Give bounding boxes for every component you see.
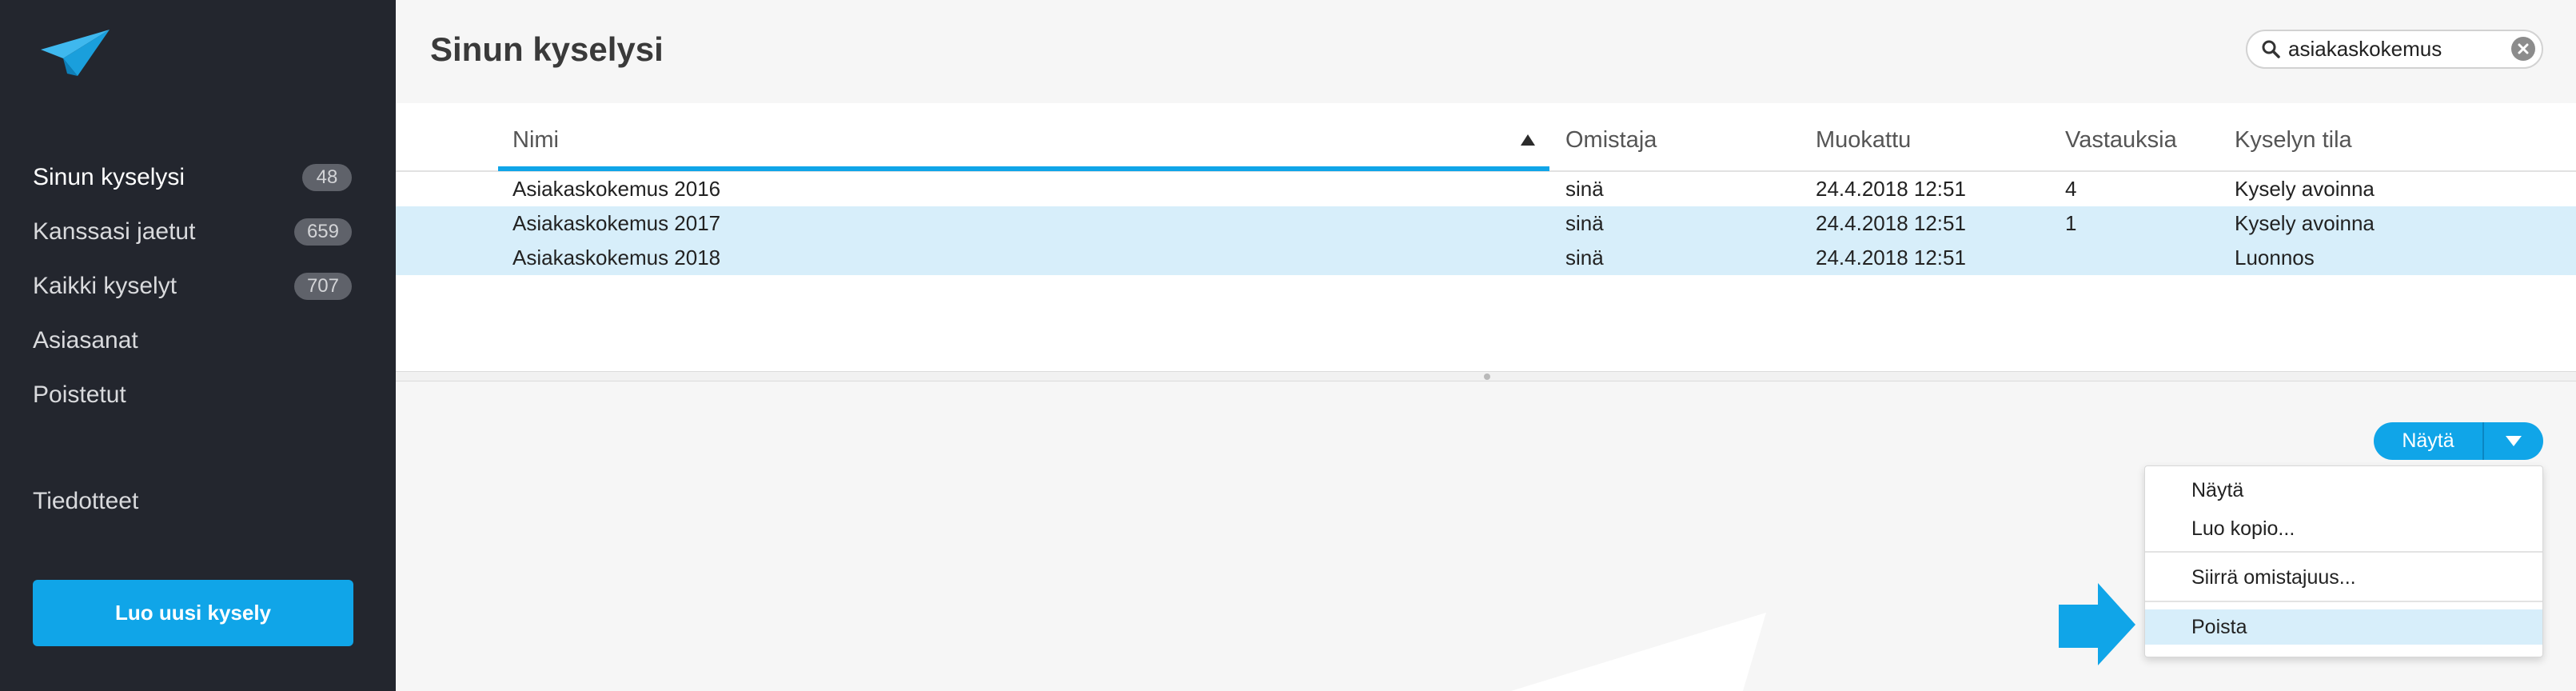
sidebar-item-label: Asiasanat <box>33 327 138 353</box>
sort-indicator-underline <box>498 166 1549 171</box>
column-header-modified[interactable]: Muokattu <box>1816 123 1911 157</box>
sort-ascending-icon[interactable] <box>1521 134 1535 146</box>
cell-owner: sinä <box>1565 177 1604 201</box>
cell-status: Luonnos <box>2235 246 2315 270</box>
sidebar-item-your-surveys[interactable]: Sinun kyselysi 48 <box>0 150 396 205</box>
column-header-responses[interactable]: Vastauksia <box>2065 123 2177 157</box>
sidebar-item-keywords[interactable]: Asiasanat <box>0 314 396 368</box>
search-input[interactable] <box>2288 31 2498 67</box>
sidebar-item-shared-with-you[interactable]: Kanssasi jaetut 659 <box>0 205 396 259</box>
table-row[interactable]: Asiakaskokemus 2017 sinä 24.4.2018 12:51… <box>396 206 2576 241</box>
chevron-down-icon <box>2506 436 2522 446</box>
background-decoration <box>1503 608 1775 691</box>
cell-owner: sinä <box>1565 211 1604 235</box>
cell-responses: 1 <box>2065 211 2077 235</box>
table-row[interactable]: Asiakaskokemus 2018 sinä 24.4.2018 12:51… <box>396 241 2576 275</box>
count-badge: 707 <box>293 273 352 300</box>
cell-name: Asiakaskokemus 2018 <box>512 246 721 270</box>
menu-item-show[interactable]: Näytä <box>2145 473 2542 508</box>
show-split-button: Näytä <box>2374 422 2543 460</box>
column-header-owner[interactable]: Omistaja <box>1565 123 1657 157</box>
sidebar-item-all-surveys[interactable]: Kaikki kyselyt 707 <box>0 259 396 314</box>
table-header: Nimi Omistaja Muokattu Vastauksia Kysely… <box>396 103 2576 172</box>
resize-handle[interactable] <box>1484 373 1490 380</box>
clear-icon[interactable] <box>2510 36 2536 62</box>
table-row[interactable]: Asiakaskokemus 2016 sinä 24.4.2018 12:51… <box>396 172 2576 206</box>
cell-name: Asiakaskokemus 2017 <box>512 211 721 235</box>
page-title: Sinun kyselysi <box>430 30 664 68</box>
sidebar-item-deleted[interactable]: Poistetut <box>0 368 396 422</box>
menu-divider <box>2145 601 2542 602</box>
cell-modified: 24.4.2018 12:51 <box>1816 246 1966 270</box>
column-header-name[interactable]: Nimi <box>512 123 559 157</box>
sidebar: Sinun kyselysi 48 Kanssasi jaetut 659 Ka… <box>0 0 396 691</box>
sidebar-item-label: Poistetut <box>33 381 126 408</box>
survey-table: Nimi Omistaja Muokattu Vastauksia Kysely… <box>396 103 2576 371</box>
pane-splitter[interactable] <box>396 371 2576 381</box>
count-badge: 659 <box>293 218 352 246</box>
cell-modified: 24.4.2018 12:51 <box>1816 177 1966 201</box>
cell-modified: 24.4.2018 12:51 <box>1816 211 1966 235</box>
sidebar-item-label: Kaikki kyselyt <box>33 273 177 299</box>
table-body: Asiakaskokemus 2016 sinä 24.4.2018 12:51… <box>396 172 2576 275</box>
cell-status: Kysely avoinna <box>2235 177 2375 201</box>
column-header-status[interactable]: Kyselyn tila <box>2235 123 2352 157</box>
new-survey-button[interactable]: Luo uusi kysely <box>33 580 353 646</box>
sidebar-item-label: Kanssasi jaetut <box>33 218 196 245</box>
actions-dropdown-menu: Näytä Luo kopio... Siirrä omistajuus... … <box>2144 465 2543 657</box>
cell-name: Asiakaskokemus 2016 <box>512 177 721 201</box>
menu-item-copy[interactable]: Luo kopio... <box>2145 511 2542 546</box>
menu-item-delete[interactable]: Poista <box>2145 609 2542 645</box>
show-button[interactable]: Näytä <box>2374 422 2482 460</box>
search-box <box>2246 30 2543 69</box>
search-icon <box>2261 39 2280 58</box>
cell-owner: sinä <box>1565 246 1604 270</box>
sidebar-item-bulletins[interactable]: Tiedotteet <box>0 474 396 529</box>
cell-responses: 4 <box>2065 177 2077 201</box>
arrow-right-icon <box>2059 583 2135 665</box>
paper-plane-logo-icon[interactable] <box>41 30 110 76</box>
count-badge: 48 <box>302 164 352 191</box>
sidebar-nav: Sinun kyselysi 48 Kanssasi jaetut 659 Ka… <box>0 150 396 422</box>
show-dropdown-toggle[interactable] <box>2482 422 2543 460</box>
menu-divider <box>2145 551 2542 553</box>
menu-item-transfer-ownership[interactable]: Siirrä omistajuus... <box>2145 560 2542 595</box>
cell-status: Kysely avoinna <box>2235 211 2375 235</box>
sidebar-item-label: Sinun kyselysi <box>33 164 185 190</box>
